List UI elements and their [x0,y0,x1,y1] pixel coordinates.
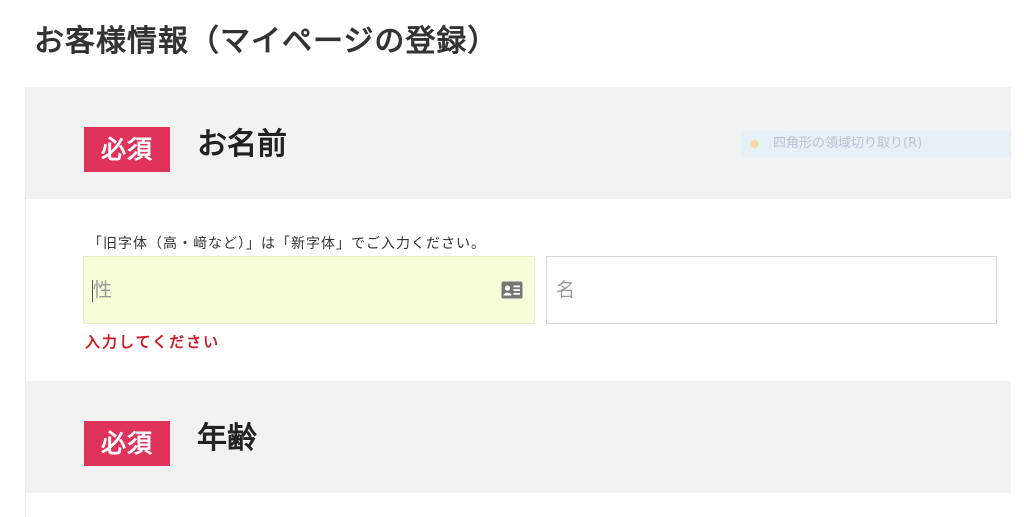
first-name-field-wrapper [546,256,997,324]
required-badge: 必須 [84,421,170,466]
tooltip-dot-icon [751,139,759,148]
section-header-name: 必須 お名前 四角形の領域切り取り(R) [26,87,1011,199]
last-name-field-wrapper [83,256,535,324]
name-error-message: 入力してください [85,333,221,351]
section-title-name: お名前 [197,127,287,162]
required-badge: 必須 [84,127,170,172]
last-name-input[interactable] [84,257,534,323]
contact-card-icon[interactable] [501,281,523,299]
name-field-note: 「旧字体（高・﨑など）」は「新字体」でご入力ください。 [88,236,486,252]
section-header-age: 必須 年齢 [26,381,1011,493]
form-card: 必須 お名前 四角形の領域切り取り(R) 「旧字体（高・﨑など）」は「新字体」で… [25,87,1011,517]
tooltip-text: 四角形の領域切り取り(R) [773,136,923,151]
text-caret [92,280,93,302]
first-name-input[interactable] [547,257,996,323]
section-title-age: 年齢 [197,421,257,456]
page-title: お客様情報（マイページの登録） [34,24,499,60]
screenshot-tooltip: 四角形の領域切り取り(R) [741,131,1011,157]
